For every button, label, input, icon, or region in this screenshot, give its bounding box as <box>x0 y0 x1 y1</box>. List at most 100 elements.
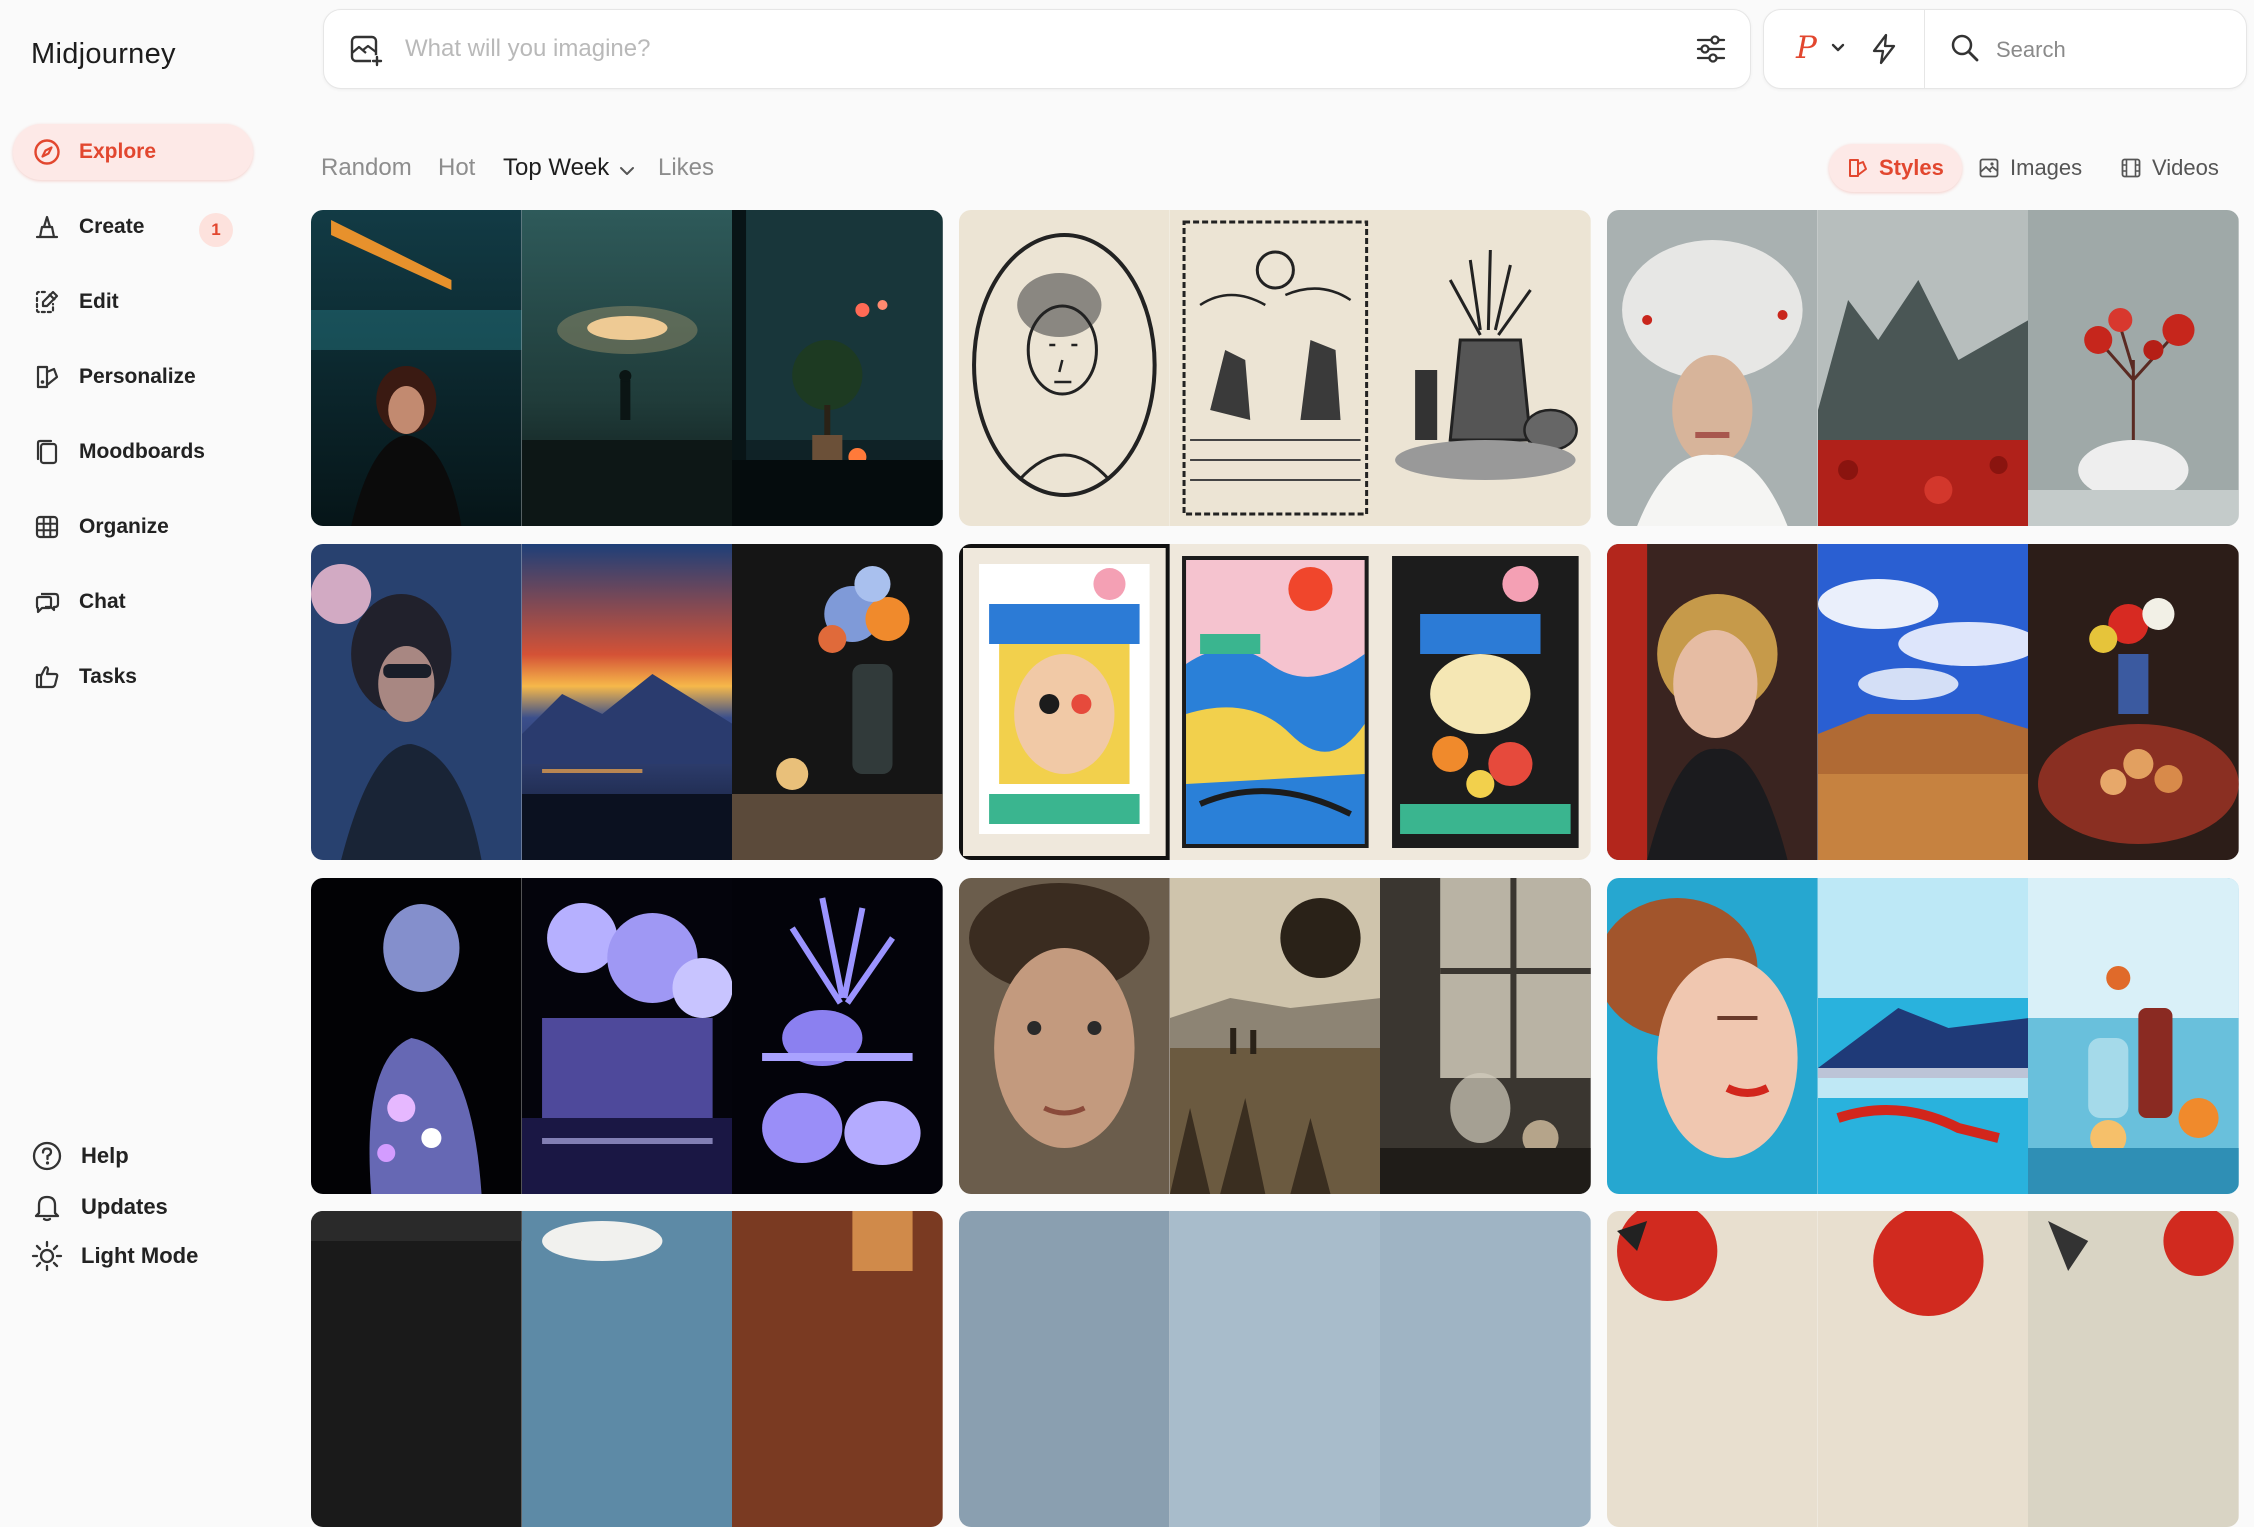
style-card[interactable] <box>959 878 1591 1194</box>
style-card[interactable] <box>311 878 943 1194</box>
sidebar-item-label: Personalize <box>79 365 196 388</box>
tab-label: Images <box>2010 155 2083 180</box>
compass-icon <box>34 139 60 165</box>
search-input[interactable] <box>1994 29 2228 71</box>
thumbnail-image <box>2028 1211 2239 1527</box>
profile-selector[interactable]: P <box>1796 30 1817 66</box>
thumbnail-image <box>959 544 1170 860</box>
thumbnail-image <box>2028 878 2239 1194</box>
style-card[interactable] <box>959 1211 1591 1527</box>
thumbnail-image <box>959 878 1170 1194</box>
divider <box>1924 10 1925 88</box>
thumbnail-image <box>521 210 733 526</box>
filter-random[interactable]: Random <box>321 154 412 182</box>
style-card[interactable] <box>1607 210 2239 526</box>
thumbnail-image <box>1607 1211 1818 1527</box>
thumbs-up-icon <box>35 666 59 689</box>
settings-sliders-icon[interactable] <box>1694 32 1728 66</box>
thumbnail-image <box>2028 210 2239 526</box>
thumbnail-image <box>1817 544 2029 860</box>
sidebar-item-label: Moodboards <box>79 440 205 463</box>
brush-icon <box>35 215 59 239</box>
sidebar-item-moodboards[interactable]: Moodboards <box>13 424 253 480</box>
filter-top-week[interactable]: Top Week <box>503 154 609 182</box>
thumbnail-image <box>521 878 733 1194</box>
thumbnail-image <box>2028 544 2239 860</box>
tab-label: Videos <box>2152 155 2219 180</box>
chat-icon <box>35 592 60 614</box>
thumbnail-image <box>1169 210 1381 526</box>
sidebar-item-chat[interactable]: Chat <box>13 574 253 630</box>
bolt-icon[interactable] <box>1868 32 1900 66</box>
tools-bar: P <box>1763 9 2247 89</box>
tab-videos[interactable]: Videos <box>2120 144 2219 192</box>
thumbnail-image <box>1169 878 1381 1194</box>
thumbnail-image <box>1380 878 1591 1194</box>
style-card[interactable] <box>311 544 943 860</box>
thumbnail-image <box>521 544 733 860</box>
thumbnail-image <box>311 544 522 860</box>
style-card[interactable] <box>1607 544 2239 860</box>
style-card[interactable] <box>959 544 1591 860</box>
prompt-input[interactable] <box>403 28 1607 70</box>
updates-link[interactable]: Updates <box>31 1191 168 1223</box>
style-card[interactable] <box>1607 1211 2239 1527</box>
thumbnail-image <box>1380 210 1591 526</box>
light-mode-toggle[interactable]: Light Mode <box>31 1240 198 1272</box>
style-card[interactable] <box>311 1211 943 1527</box>
thumbnail-image <box>732 878 943 1194</box>
thumbnail-image <box>1607 878 1818 1194</box>
sidebar-item-personalize[interactable]: Personalize <box>13 349 253 405</box>
thumbnail-image <box>1169 1211 1381 1527</box>
thumbnail-image <box>311 210 522 526</box>
thumbnail-image <box>521 1211 733 1527</box>
thumbnail-image <box>732 544 943 860</box>
thumbnail-image <box>1380 1211 1591 1527</box>
updates-label: Updates <box>81 1194 168 1219</box>
sidebar-item-explore[interactable]: Explore <box>13 124 253 180</box>
sidebar-item-edit[interactable]: Edit <box>13 274 253 330</box>
tab-label: Styles <box>1879 155 1944 180</box>
film-icon <box>2121 158 2141 178</box>
tab-images[interactable]: Images <box>1978 144 2082 192</box>
sidebar-item-label: Explore <box>79 140 157 163</box>
sidebar-item-tasks[interactable]: Tasks <box>13 649 253 705</box>
style-card[interactable] <box>311 210 943 526</box>
sidebar: Midjourney Explore Create 1 Edit Persona… <box>0 0 290 1272</box>
style-icon <box>1849 159 1867 177</box>
thumbnail-image <box>1817 1211 2029 1527</box>
thumbnail-image <box>1607 544 1818 860</box>
sidebar-item-label: Chat <box>79 590 126 613</box>
search-icon[interactable] <box>1949 32 1981 64</box>
thumbnail-image <box>959 1211 1170 1527</box>
grid-icon <box>35 515 59 539</box>
tab-styles[interactable]: Styles <box>1829 144 1962 192</box>
bell-icon <box>34 1195 60 1222</box>
moodboard-icon <box>36 439 58 465</box>
sidebar-item-create[interactable]: Create 1 <box>13 199 253 255</box>
help-link[interactable]: Help <box>31 1140 129 1172</box>
sidebar-item-label: Create <box>79 215 145 238</box>
image-icon <box>1979 158 1999 178</box>
style-card[interactable] <box>959 210 1591 526</box>
chevron-down-icon[interactable] <box>1830 40 1846 56</box>
chevron-down-icon[interactable] <box>618 162 636 180</box>
sidebar-item-label: Tasks <box>79 665 137 688</box>
light-mode-label: Light Mode <box>81 1243 199 1268</box>
sidebar-item-organize[interactable]: Organize <box>13 499 253 555</box>
thumbnail-image <box>959 210 1170 526</box>
style-card[interactable] <box>1607 878 2239 1194</box>
personalize-icon <box>36 365 59 389</box>
app-logo[interactable]: Midjourney <box>31 38 176 71</box>
thumbnail-image <box>1607 210 1818 526</box>
filter-likes[interactable]: Likes <box>658 154 714 182</box>
prompt-bar <box>323 9 1751 89</box>
thumbnail-image <box>1380 544 1591 860</box>
add-image-icon[interactable] <box>348 32 384 68</box>
thumbnail-image <box>1169 544 1381 860</box>
thumbnail-image <box>311 878 522 1194</box>
thumbnail-image <box>732 1211 943 1527</box>
edit-icon <box>35 290 59 314</box>
filter-hot[interactable]: Hot <box>438 154 475 182</box>
notification-badge: 1 <box>199 213 233 247</box>
